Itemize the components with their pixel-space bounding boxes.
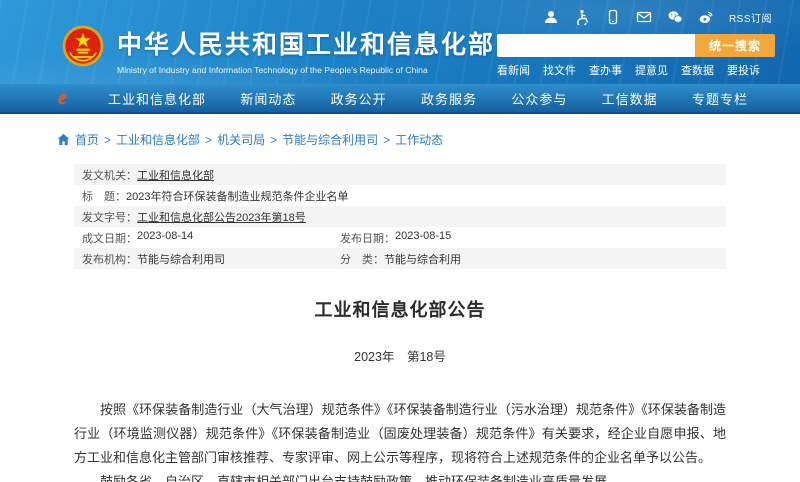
article-title: 工业和信息化部公告	[74, 296, 726, 322]
meta-value: 2023-08-15	[395, 230, 451, 246]
quick-link-documents[interactable]: 找文件	[543, 62, 576, 78]
nav-item-gov-services[interactable]: 政务服务	[421, 89, 477, 108]
search-button[interactable]: 统一搜索	[695, 34, 775, 57]
meta-row-document-number: 发文字号： 工业和信息化部公告2023年第18号	[74, 206, 726, 227]
nav-item-participation[interactable]: 公众参与	[511, 89, 567, 108]
weibo-icon[interactable]	[698, 9, 714, 25]
quick-link-news[interactable]: 看新闻	[497, 62, 530, 78]
accessibility-icon[interactable]	[574, 9, 590, 25]
meta-row-title: 标 题： 2023年符合环保装备制造业规范条件企业名单	[74, 185, 726, 206]
meta-row-issuing-authority: 发文机关： 工业和信息化部	[74, 164, 726, 185]
article-subtitle: 2023年 第18号	[74, 346, 726, 365]
site-header: RSS订阅 中华人民共和国工业和信息化部 Ministry of Industr…	[0, 0, 800, 114]
meta-row-publisher: 发布机构： 节能与综合利用司 分 类： 节能与综合利用	[74, 248, 726, 269]
mail-icon[interactable]	[636, 9, 652, 25]
breadcrumb-separator: >	[104, 133, 111, 147]
article-paragraph: 按照《环保装备制造行业（大气治理）规范条件》《环保装备制造行业（污水治理）规范条…	[74, 398, 726, 470]
nav-item-news[interactable]: 新闻动态	[240, 89, 296, 108]
nav-item-gov-disclosure[interactable]: 政务公开	[331, 89, 387, 108]
meta-value: 节能与综合利用司	[137, 251, 225, 267]
meta-value-link[interactable]: 工业和信息化部公告2023年第18号	[137, 209, 306, 225]
site-branding: 中华人民共和国工业和信息化部 Ministry of Industry and …	[62, 25, 495, 75]
site-title: 中华人民共和国工业和信息化部	[117, 25, 495, 61]
search-area: 统一搜索	[497, 34, 775, 57]
quick-link-affairs[interactable]: 查办事	[589, 62, 622, 78]
breadcrumb-separator: >	[205, 133, 212, 147]
breadcrumb-item-miit[interactable]: 工业和信息化部	[116, 131, 200, 148]
search-input[interactable]	[497, 34, 695, 57]
meta-label: 成文日期：	[82, 230, 137, 246]
meta-label: 发文机关：	[82, 167, 137, 183]
quick-link-complaint[interactable]: 要投诉	[727, 62, 760, 78]
breadcrumb-separator: >	[383, 133, 390, 147]
breadcrumb-item-work-news[interactable]: 工作动态	[395, 131, 443, 148]
main-navigation: e 工业和信息化部 新闻动态 政务公开 政务服务 公众参与 工信数据 专题专栏	[0, 84, 800, 114]
meta-label: 发布机构：	[82, 251, 137, 267]
quick-links: 看新闻 找文件 查办事 提意见 查数据 要投诉	[497, 62, 760, 78]
meta-value: 2023年符合环保装备制造业规范条件企业名单	[126, 188, 348, 204]
rss-link[interactable]: RSS订阅	[729, 10, 772, 25]
nav-item-icit-data[interactable]: 工信数据	[602, 89, 658, 108]
quick-link-feedback[interactable]: 提意见	[635, 62, 668, 78]
article-paragraph: 鼓励各省、自治区、直辖市相关部门出台支持鼓励政策，推动环保装备制造业高质量发展。	[74, 470, 726, 482]
nav-item-miit[interactable]: 工业和信息化部	[108, 89, 206, 108]
breadcrumb-item-energy-dept[interactable]: 节能与综合利用司	[282, 131, 378, 148]
nav-item-special-topics[interactable]: 专题专栏	[692, 89, 748, 108]
meta-label: 标 题：	[82, 188, 126, 204]
quick-link-data[interactable]: 查数据	[681, 62, 714, 78]
wechat-icon[interactable]	[667, 9, 683, 25]
meta-value: 节能与综合利用	[384, 251, 461, 267]
breadcrumb: 首页 > 工业和信息化部 > 机关司局 > 节能与综合利用司 > 工作动态	[57, 131, 726, 148]
meta-label: 发文字号：	[82, 209, 137, 225]
meta-label: 分 类：	[340, 251, 384, 267]
article-body: 按照《环保装备制造行业（大气治理）规范条件》《环保装备制造行业（污水治理）规范条…	[74, 398, 726, 482]
meta-label: 发布日期：	[340, 230, 395, 246]
meta-value: 2023-08-14	[137, 230, 193, 246]
national-emblem-icon	[62, 25, 104, 67]
user-icon[interactable]	[543, 9, 559, 25]
meta-value-link[interactable]: 工业和信息化部	[137, 167, 214, 183]
home-icon[interactable]	[57, 133, 70, 146]
breadcrumb-separator: >	[270, 133, 277, 147]
header-utility-bar: RSS订阅	[543, 9, 772, 25]
document-meta-table: 发文机关： 工业和信息化部 标 题： 2023年符合环保装备制造业规范条件企业名…	[74, 164, 726, 269]
breadcrumb-item-departments[interactable]: 机关司局	[217, 131, 265, 148]
site-title-en: Ministry of Industry and Information Tec…	[117, 65, 480, 75]
miit-logo-icon: e	[58, 87, 80, 109]
mobile-icon[interactable]	[605, 9, 621, 25]
meta-row-dates: 成文日期： 2023-08-14 发布日期： 2023-08-15	[74, 227, 726, 248]
page-content: 首页 > 工业和信息化部 > 机关司局 > 节能与综合利用司 > 工作动态 发文…	[74, 131, 726, 482]
breadcrumb-home[interactable]: 首页	[75, 131, 99, 148]
